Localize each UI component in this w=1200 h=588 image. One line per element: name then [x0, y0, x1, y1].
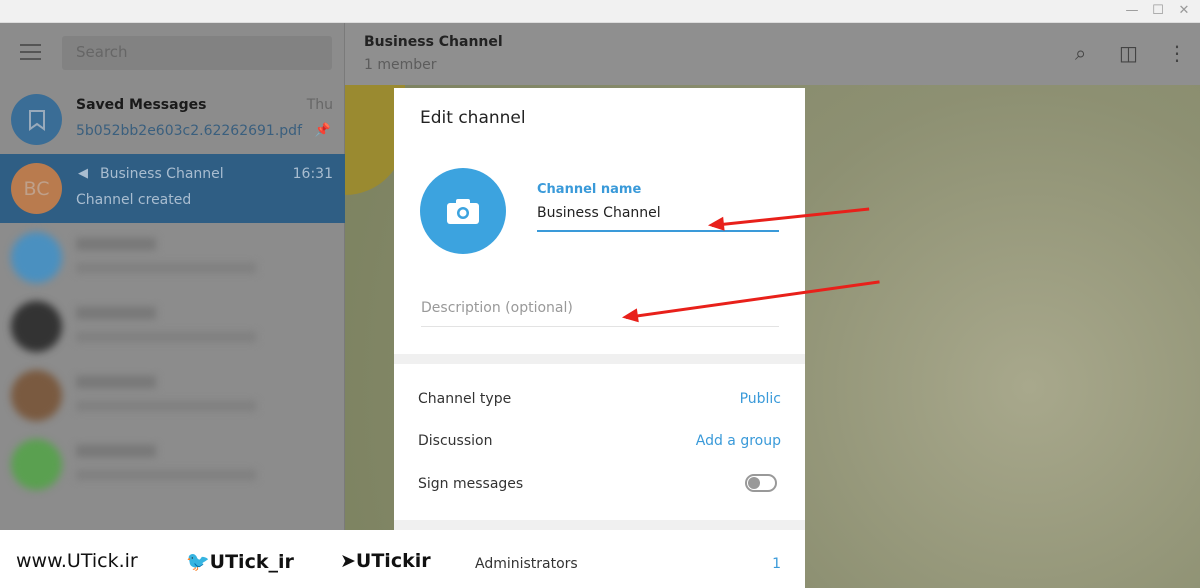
channel-name-label: Channel name [537, 182, 642, 197]
watermark-banner: www.UTick.ir 🐦UTick_ir ➤UTickir [0, 530, 431, 588]
chat-name: Saved Messages [76, 97, 207, 113]
chat-saved-messages[interactable]: Saved Messages 5b052bb2e603c2.62262691.p… [0, 85, 345, 154]
chat-item-blurred[interactable] [0, 223, 345, 292]
row-label: Administrators [475, 556, 578, 572]
chat-message: 5b052bb2e603c2.62262691.pdf [76, 123, 302, 139]
watermark-telegram: ➤UTickir [340, 550, 431, 572]
chat-time: Thu [306, 97, 333, 113]
megaphone-icon: ◀ [78, 166, 88, 181]
search-icon[interactable]: ⌕ [1075, 41, 1086, 65]
row-label: Channel type [418, 391, 512, 407]
telegram-handle: UTickir [355, 550, 431, 572]
dialog-title: Edit channel [420, 108, 526, 128]
channel-type-value[interactable]: Public [740, 391, 781, 407]
chat-item-blurred[interactable] [0, 430, 345, 499]
description-input[interactable]: Description (optional) [421, 300, 573, 316]
close-button[interactable]: ✕ [1174, 3, 1194, 18]
avatar: BC [11, 163, 62, 214]
sidebar-toggle-icon[interactable]: ◫ [1119, 41, 1138, 65]
add-group-link[interactable]: Add a group [696, 433, 781, 449]
row-label: Sign messages [418, 476, 524, 492]
administrators-row[interactable]: Administrators 1 [475, 556, 781, 572]
chat-time: 16:31 [292, 166, 333, 182]
watermark-site: www.UTick.ir [16, 550, 138, 572]
bookmark-icon [11, 94, 62, 145]
minimize-button[interactable]: — [1122, 3, 1142, 18]
edit-channel-dialog: Edit channel Channel name Business Chann… [394, 88, 805, 588]
sidebar: Search Saved Messages 5b052bb2e603c2.622… [0, 23, 345, 588]
divider [394, 354, 805, 364]
title-bar: — ☐ ✕ [0, 0, 1200, 23]
maximize-button[interactable]: ☐ [1148, 3, 1168, 18]
camera-icon[interactable] [420, 168, 506, 254]
row-label: Discussion [418, 433, 493, 449]
divider [394, 520, 805, 530]
input-underline [537, 230, 779, 232]
chat-message: Channel created [76, 192, 192, 208]
input-underline [421, 326, 779, 327]
chat-item-blurred[interactable] [0, 292, 345, 361]
chat-business-channel[interactable]: BC Business Channel ◀ Channel created 16… [0, 154, 345, 223]
pin-icon: 📌 [314, 123, 331, 138]
more-icon[interactable]: ⋮ [1167, 41, 1187, 65]
chat-name: Business Channel [100, 166, 224, 182]
watermark-twitter: 🐦UTick_ir [186, 551, 294, 573]
sign-messages-row[interactable]: Sign messages [418, 474, 781, 492]
search-input[interactable]: Search [62, 36, 332, 70]
chat-header: Business Channel 1 member ⌕ ◫ ⋮ [345, 23, 1200, 85]
twitter-handle: UTick_ir [209, 551, 294, 573]
discussion-row[interactable]: Discussion Add a group [418, 433, 781, 449]
menu-icon[interactable] [20, 44, 41, 65]
chat-subtitle: 1 member [364, 57, 437, 73]
channel-name-input[interactable]: Business Channel [537, 205, 661, 221]
channel-type-row[interactable]: Channel type Public [418, 391, 781, 407]
chat-item-blurred[interactable] [0, 361, 345, 430]
sign-messages-toggle[interactable] [745, 474, 777, 492]
chat-title: Business Channel [364, 34, 503, 50]
administrators-count: 1 [772, 556, 781, 572]
